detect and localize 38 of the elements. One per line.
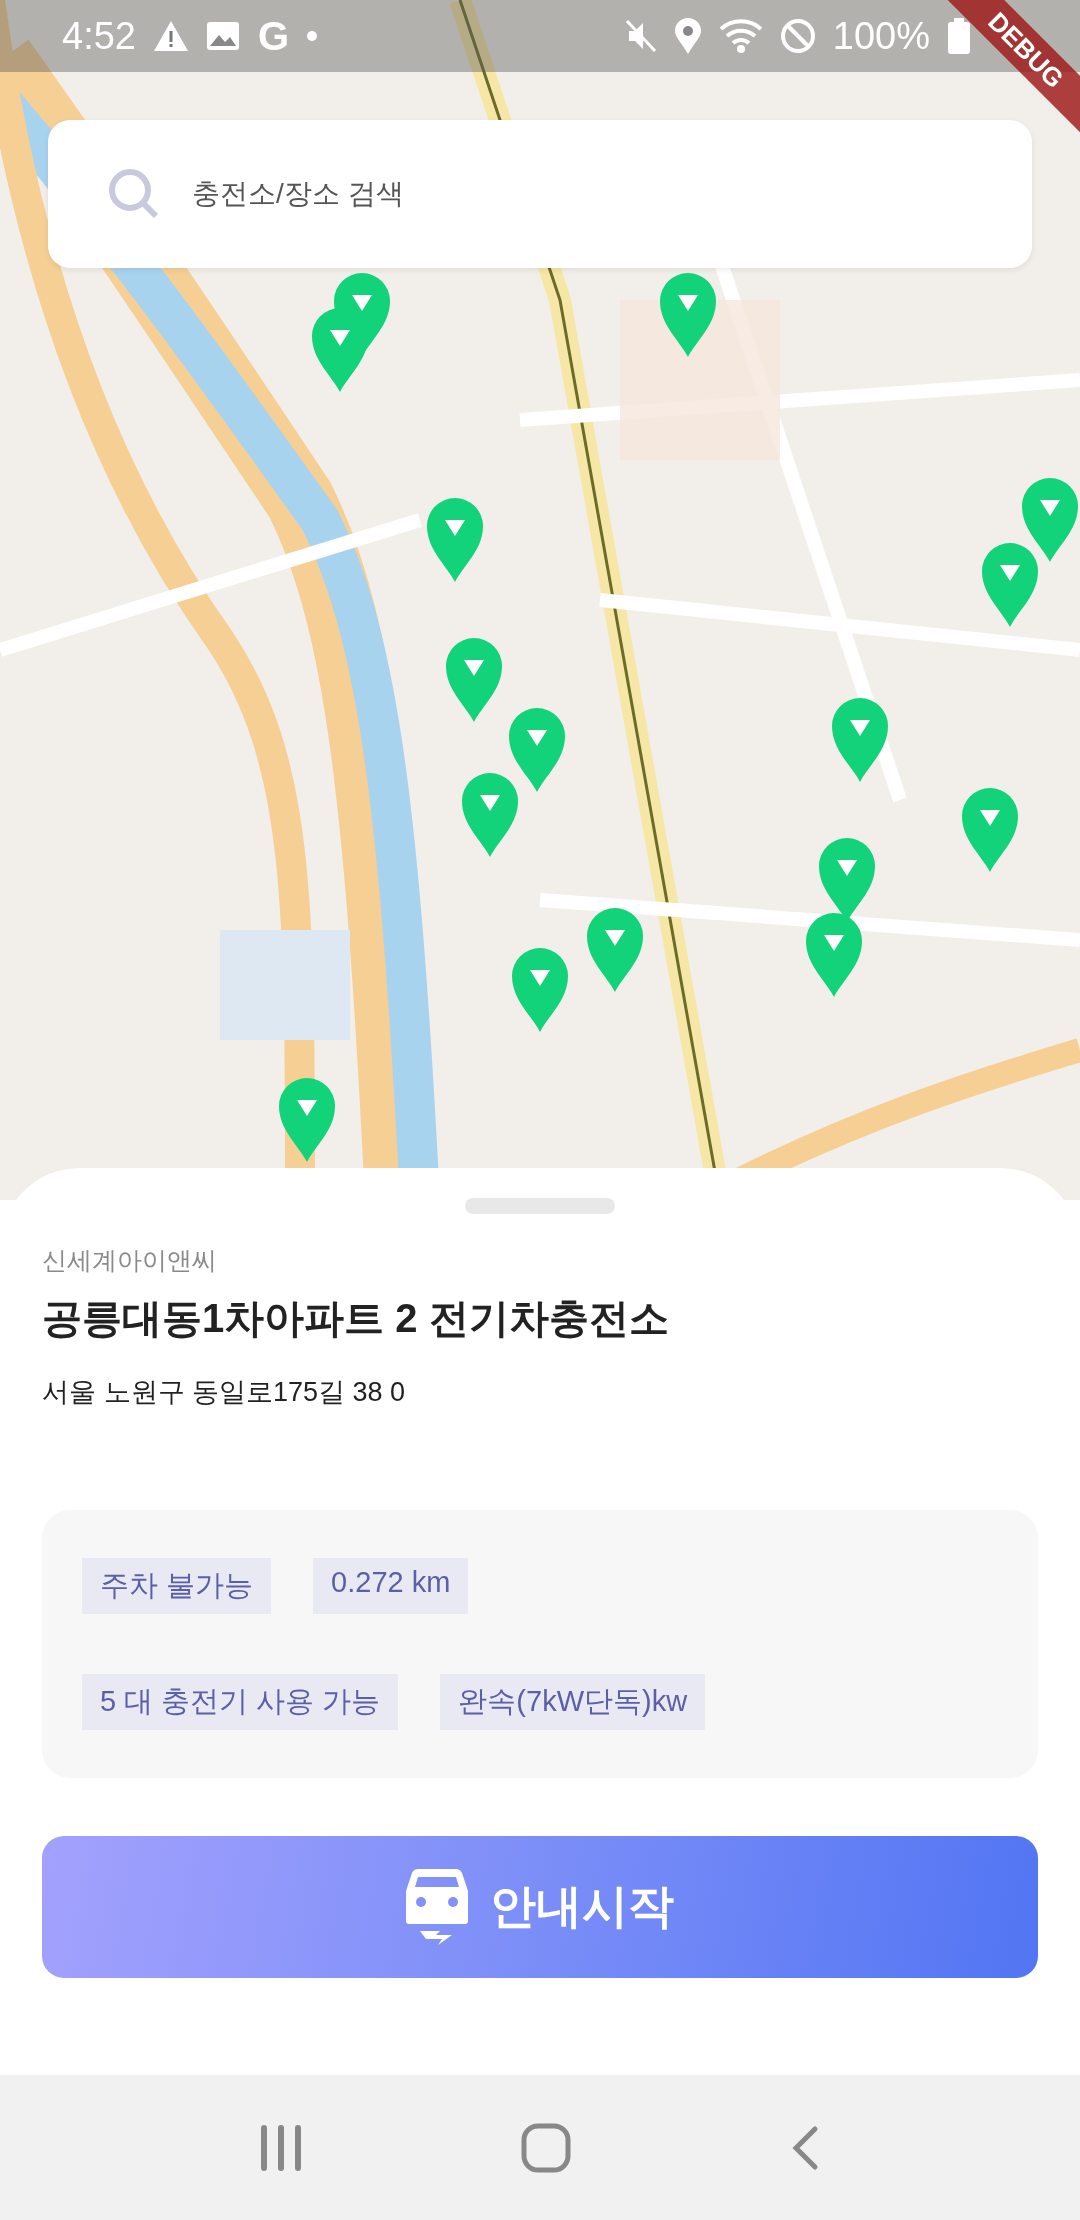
map-pin-icon[interactable] [462, 773, 518, 857]
info-tag: 완속(7kW단독)kw [440, 1674, 706, 1730]
operator-name: 신세계아이앤씨 [42, 1245, 218, 1276]
station-address: 서울 노원구 동일로175길 38 0 [42, 1376, 407, 1409]
search-field[interactable]: 충전소/장소 검색 [48, 120, 1032, 268]
map-pin-icon[interactable] [660, 273, 716, 357]
info-tag: 5 대 충전기 사용 가능 [82, 1674, 399, 1730]
blocked-icon [780, 19, 815, 53]
map-pin-icon[interactable] [982, 543, 1038, 627]
start-navigation-button[interactable]: 안내시작 [42, 1836, 1038, 1978]
map-pin-icon[interactable] [446, 638, 502, 722]
map-pin-icon[interactable] [279, 1078, 335, 1162]
station-name: 공릉대동1차아파트 2 전기차충전소 [42, 1295, 670, 1342]
app-notification-letter: G [257, 13, 290, 59]
recent-apps-icon[interactable] [259, 2124, 302, 2171]
map-pin-icon[interactable] [962, 788, 1018, 872]
map-pin-icon[interactable] [832, 698, 888, 782]
map-pin-icon[interactable] [312, 308, 368, 392]
location-icon [674, 18, 701, 54]
battery-icon [948, 18, 970, 54]
mute-icon [624, 19, 657, 53]
map-pin-icon[interactable] [512, 948, 568, 1032]
map-pin-icon[interactable] [427, 498, 483, 582]
map-pin-icon[interactable] [509, 708, 565, 792]
car-charging-icon [406, 1869, 468, 1945]
dot-icon [307, 31, 318, 41]
info-tag: 주차 불가능 [82, 1558, 272, 1614]
wifi-icon [718, 19, 763, 53]
home-icon[interactable] [521, 2122, 571, 2173]
battery-percent: 100% [832, 14, 930, 58]
info-tag: 0.272 km [313, 1558, 469, 1614]
status-time: 4:52 [62, 14, 136, 58]
image-icon [205, 21, 240, 51]
map-pin-icon[interactable] [1022, 478, 1078, 562]
map-pin-icon[interactable] [587, 908, 643, 992]
map-pin-icon[interactable] [806, 913, 862, 997]
warning-icon [153, 21, 188, 51]
search-icon [108, 168, 160, 220]
